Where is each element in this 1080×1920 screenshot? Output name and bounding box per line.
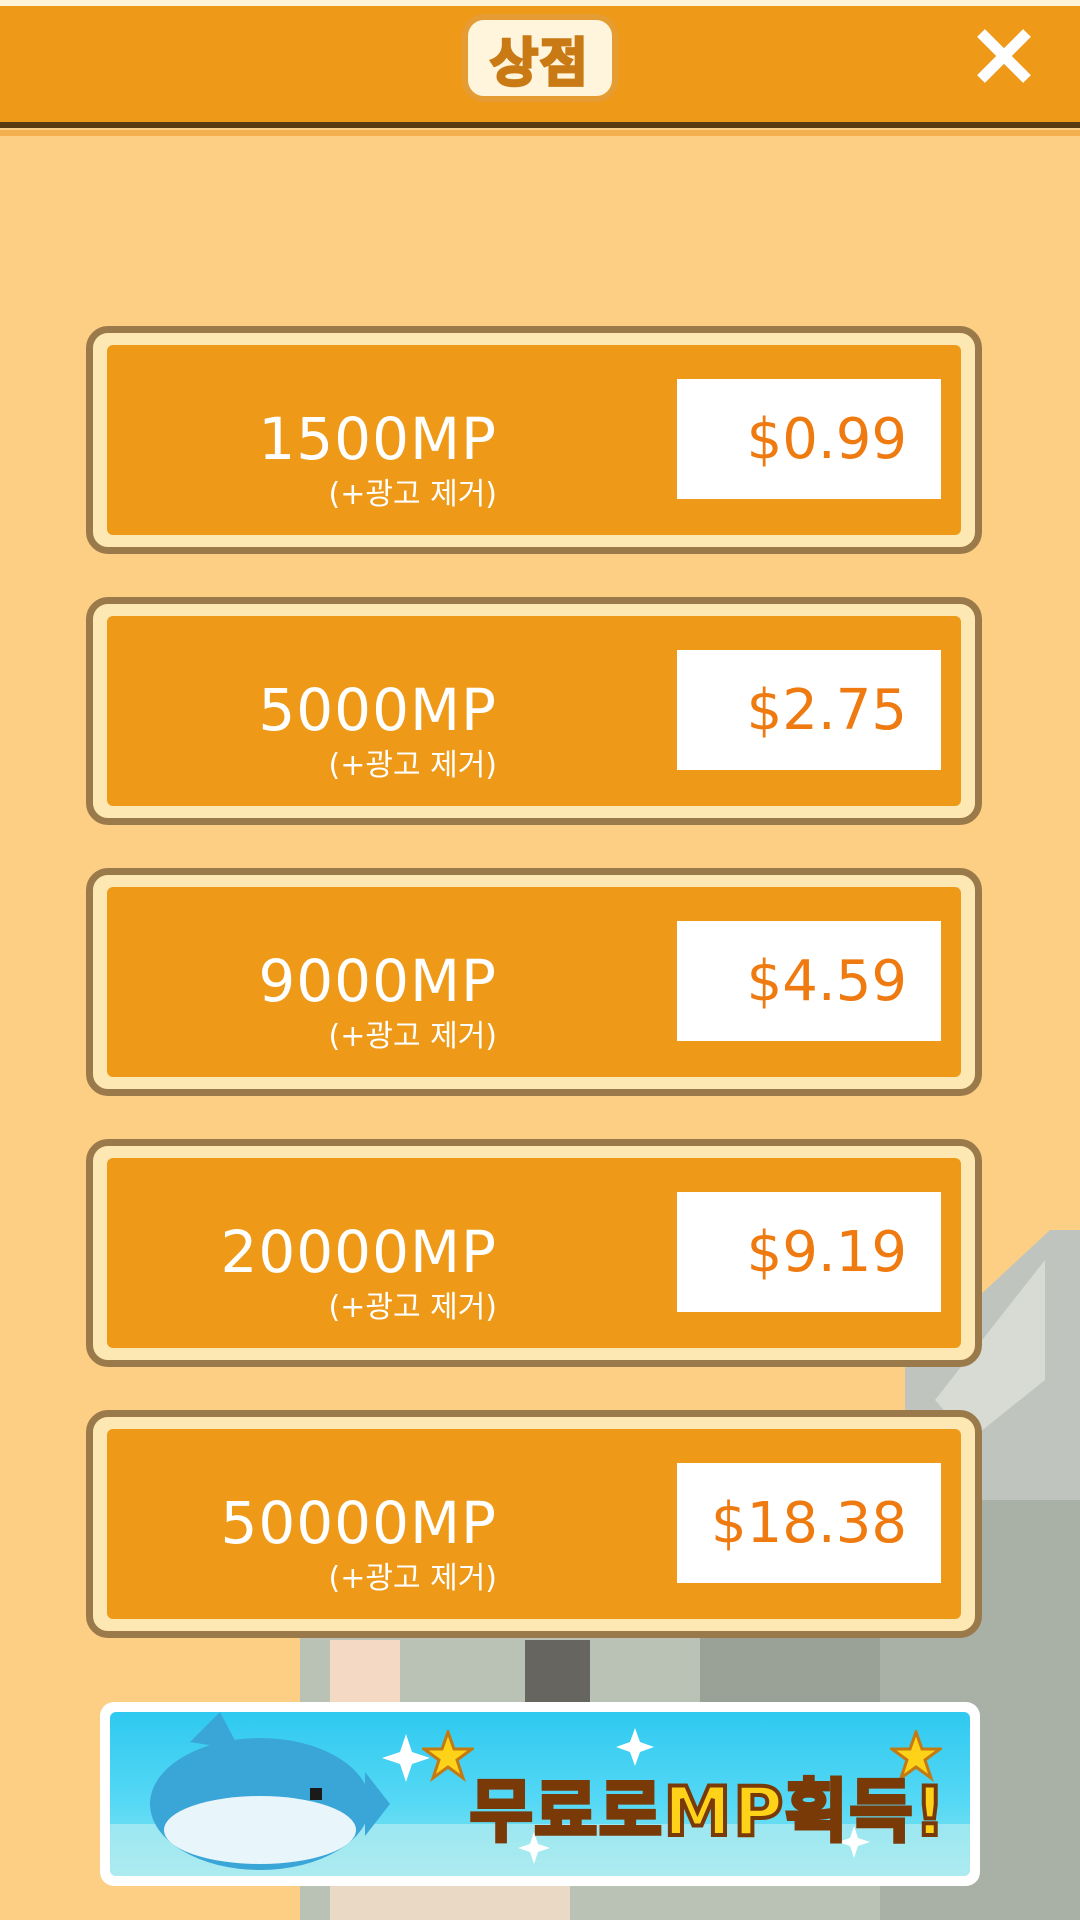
mp-amount: 1500MP bbox=[258, 405, 497, 473]
shop-item-panel: 5000MP (+광고 제거) $2.75 bbox=[107, 616, 961, 806]
ad-removal-note: (+광고 제거) bbox=[328, 1019, 497, 1054]
close-button[interactable] bbox=[968, 20, 1040, 92]
star-icon bbox=[422, 1730, 474, 1782]
shop-item[interactable]: 20000MP (+광고 제거) $9.19 bbox=[86, 1139, 982, 1367]
price-button[interactable]: $4.59 bbox=[677, 921, 941, 1041]
mp-amount: 9000MP bbox=[258, 947, 497, 1015]
mp-amount: 50000MP bbox=[220, 1489, 497, 1557]
shop-item-panel: 20000MP (+광고 제거) $9.19 bbox=[107, 1158, 961, 1348]
ad-removal-note: (+광고 제거) bbox=[328, 1561, 497, 1596]
ad-removal-note: (+광고 제거) bbox=[328, 477, 497, 512]
close-icon bbox=[977, 29, 1031, 83]
ad-removal-note: (+광고 제거) bbox=[328, 1290, 497, 1325]
free-mp-label: 무료로MP획득! bbox=[468, 1771, 948, 1854]
shop-item-panel: 1500MP (+광고 제거) $0.99 bbox=[107, 345, 961, 535]
shop-item[interactable]: 50000MP (+광고 제거) $18.38 bbox=[86, 1410, 982, 1638]
mp-amount: 5000MP bbox=[258, 676, 497, 744]
shop-item-panel: 9000MP (+광고 제거) $4.59 bbox=[107, 887, 961, 1077]
price-button[interactable]: $2.75 bbox=[677, 650, 941, 770]
header-bar: 상점 bbox=[0, 0, 1080, 136]
shop-item[interactable]: 9000MP (+광고 제거) $4.59 bbox=[86, 868, 982, 1096]
ad-removal-note: (+광고 제거) bbox=[328, 748, 497, 783]
price-button[interactable]: $9.19 bbox=[677, 1192, 941, 1312]
shop-item[interactable]: 5000MP (+광고 제거) $2.75 bbox=[86, 597, 982, 825]
price-button[interactable]: $0.99 bbox=[677, 379, 941, 499]
shop-item-panel: 50000MP (+광고 제거) $18.38 bbox=[107, 1429, 961, 1619]
banner-background: 무료로MP획득! bbox=[110, 1712, 970, 1876]
free-mp-banner[interactable]: 무료로MP획득! bbox=[100, 1702, 980, 1886]
price-button[interactable]: $18.38 bbox=[677, 1463, 941, 1583]
mp-amount: 20000MP bbox=[220, 1218, 497, 1286]
shop-item[interactable]: 1500MP (+광고 제거) $0.99 bbox=[86, 326, 982, 554]
page-title: 상점 bbox=[462, 14, 618, 102]
